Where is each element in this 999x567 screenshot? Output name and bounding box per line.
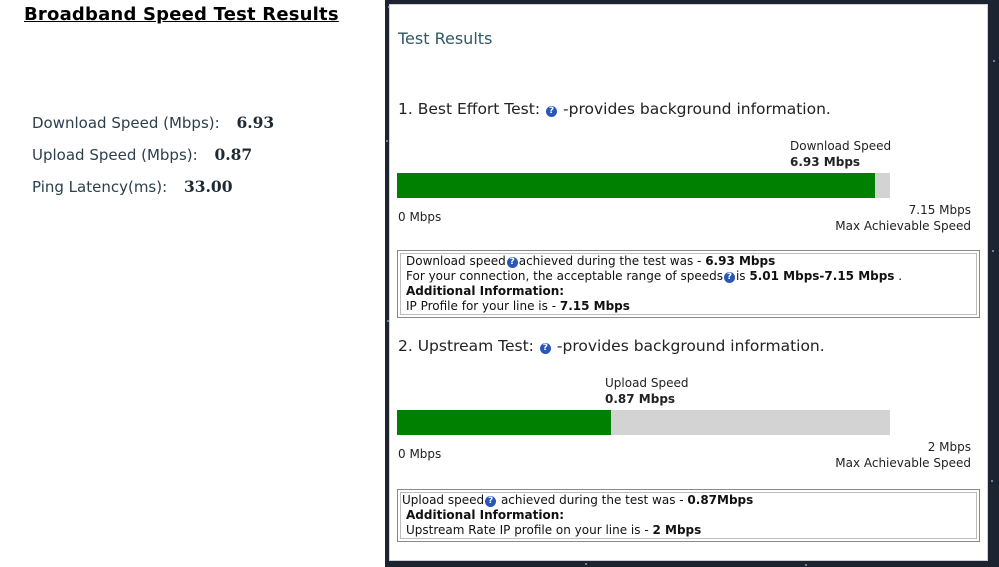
upstream-heading: 2. Upstream Test:? -provides background i…: [398, 337, 825, 355]
upload-speed-help-icon[interactable]: ?: [485, 496, 497, 507]
upload-speed-label: Upload Speed 0.87 Mbps: [605, 375, 688, 407]
range-info-line: For your connection, the acceptable rang…: [406, 269, 971, 284]
results-heading: Test Results: [398, 29, 493, 48]
download-summary-row: Download Speed (Mbps): 6.93: [32, 113, 274, 145]
backdrop-speck: [991, 480, 993, 482]
upload-info-box: Upload speed? achieved during the test w…: [397, 489, 980, 542]
upload-info-content: Upload speed? achieved during the test w…: [400, 492, 977, 539]
upstream-heading-desc: -provides background information.: [556, 337, 825, 355]
download-axis-max-caption: Max Achievable Speed: [835, 219, 971, 233]
download-info-box: Download speed? achieved during the test …: [397, 250, 980, 318]
upload-axis-max-caption: Max Achievable Speed: [835, 456, 971, 470]
ping-summary-label: Ping Latency(ms):: [32, 178, 168, 196]
backdrop-speck: [992, 250, 994, 252]
download-info-mid: achieved during the test was -: [518, 254, 706, 268]
download-speed-help-icon[interactable]: ?: [506, 257, 518, 268]
upload-axis-max: 2 Mbps Max Achievable Speed: [835, 439, 971, 471]
upload-speed-caption: Upload Speed: [605, 376, 689, 390]
download-summary-label: Download Speed (Mbps):: [32, 114, 220, 132]
results-panel: Test Results 1. Best Effort Test:? -provi…: [389, 4, 988, 561]
download-info-content: Download speed? achieved during the test …: [400, 253, 977, 315]
upstream-profile-value: 2 Mbps: [652, 523, 702, 537]
range-info-text: For your connection, the acceptable rang…: [406, 269, 723, 283]
upload-info-text: Upload speed: [402, 493, 485, 507]
download-info-line: Download speed? achieved during the test …: [406, 254, 971, 269]
download-summary-value: 6.93: [236, 113, 275, 132]
upload-summary-label: Upload Speed (Mbps):: [32, 146, 198, 164]
upstream-profile-text: Upstream Rate IP profile on your line is…: [406, 523, 653, 537]
range-info-mid: is: [735, 269, 750, 283]
download-info-value: 6.93 Mbps: [705, 254, 776, 268]
upload-summary-value: 0.87: [214, 145, 253, 164]
upload-speed-value: 0.87 Mbps: [605, 392, 676, 406]
upload-summary-row: Upload Speed (Mbps): 0.87: [32, 145, 274, 177]
upstream-heading-title: 2. Upstream Test:: [398, 337, 534, 355]
ping-summary-row: Ping Latency(ms): 33.00: [32, 177, 274, 209]
download-info-text: Download speed: [406, 254, 506, 268]
backdrop-speck: [585, 563, 587, 565]
speed-summary: Download Speed (Mbps): 6.93 Upload Speed…: [32, 113, 274, 209]
best-effort-heading: 1. Best Effort Test:? -provides backgroun…: [398, 100, 831, 118]
ip-profile-value: 7.15 Mbps: [559, 299, 630, 313]
download-speed-bar: [397, 173, 890, 198]
ip-profile-line: IP Profile for your line is - 7.15 Mbps: [406, 299, 971, 314]
ip-profile-text: IP Profile for your line is -: [406, 299, 560, 313]
upload-speed-bar-fill: [397, 410, 612, 435]
upload-speed-bar: [397, 410, 890, 435]
download-speed-label: Download Speed 6.93 Mbps: [790, 138, 891, 170]
download-axis-max: 7.15 Mbps Max Achievable Speed: [835, 202, 971, 234]
backdrop-speck: [386, 140, 388, 142]
range-info-end: .: [894, 269, 903, 283]
download-axis-max-value: 7.15 Mbps: [908, 203, 971, 217]
upload-additional-heading: Additional Information:: [406, 508, 565, 522]
upload-info-line: Upload speed? achieved during the test w…: [402, 493, 971, 508]
upload-axis-min: 0 Mbps: [398, 447, 442, 461]
download-speed-bar-fill: [397, 173, 875, 198]
download-axis-min: 0 Mbps: [398, 210, 442, 224]
best-effort-help-icon[interactable]: ?: [546, 106, 558, 117]
download-speed-value: 6.93 Mbps: [790, 155, 861, 169]
ping-summary-value: 33.00: [183, 177, 233, 196]
download-speed-caption: Download Speed: [790, 139, 892, 153]
backdrop-speck: [993, 60, 995, 62]
upload-axis-max-value: 2 Mbps: [927, 440, 971, 454]
upstream-help-icon[interactable]: ?: [539, 343, 551, 354]
best-effort-heading-desc: -provides background information.: [563, 100, 831, 118]
upstream-profile-line: Upstream Rate IP profile on your line is…: [402, 523, 971, 538]
upload-info-value: 0.87Mbps: [687, 493, 754, 507]
best-effort-heading-title: 1. Best Effort Test:: [398, 100, 541, 118]
page-title: Broadband Speed Test Results: [24, 4, 339, 25]
range-help-icon[interactable]: ?: [723, 272, 735, 283]
backdrop-speck: [805, 564, 807, 566]
range-info-value: 5.01 Mbps-7.15 Mbps: [749, 269, 895, 283]
download-additional-heading: Additional Information:: [406, 284, 565, 298]
upload-info-mid: achieved during the test was -: [497, 493, 688, 507]
